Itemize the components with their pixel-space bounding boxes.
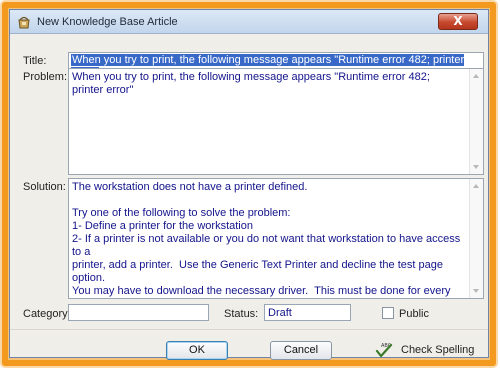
problem-textarea[interactable]: When you try to print, the following mes… bbox=[68, 68, 484, 175]
status-label: Status: bbox=[224, 308, 259, 320]
ok-button[interactable]: OK bbox=[166, 341, 228, 360]
button-bar: OK Cancel ABC Check Spelling bbox=[10, 329, 488, 360]
dialog-window: New Knowledge Base Article X Title: When… bbox=[9, 9, 489, 360]
public-checkbox[interactable] bbox=[382, 307, 394, 319]
title-input[interactable]: When you try to print, the following mes… bbox=[68, 52, 484, 79]
knowledge-base-icon bbox=[18, 16, 30, 29]
solution-textarea[interactable]: The workstation does not have a printer … bbox=[68, 178, 484, 299]
public-label: Public bbox=[399, 308, 429, 320]
ok-button-label: OK bbox=[189, 344, 205, 356]
problem-label: Problem: bbox=[23, 71, 68, 83]
close-button[interactable]: X bbox=[438, 13, 478, 30]
status-field[interactable]: Draft bbox=[264, 304, 351, 321]
solution-label: Solution: bbox=[23, 181, 66, 193]
category-label: Category: bbox=[23, 308, 71, 320]
scroll-up-icon[interactable] bbox=[473, 74, 479, 78]
solution-text: The workstation does not have a printer … bbox=[72, 181, 461, 297]
solution-scrollbar[interactable] bbox=[469, 179, 483, 298]
scroll-up-icon[interactable] bbox=[473, 184, 479, 188]
status-value: Draft bbox=[268, 307, 292, 319]
spell-check-icon: ABC bbox=[375, 343, 393, 358]
problem-scrollbar[interactable] bbox=[469, 69, 483, 174]
cancel-button-label: Cancel bbox=[283, 344, 319, 356]
check-spelling-label: Check Spelling bbox=[401, 344, 475, 356]
category-input[interactable] bbox=[68, 304, 209, 321]
close-icon: X bbox=[453, 14, 463, 28]
window-title: New Knowledge Base Article bbox=[37, 16, 178, 28]
problem-text: When you try to print, the following mes… bbox=[72, 71, 433, 96]
title-bar[interactable]: New Knowledge Base Article X bbox=[10, 10, 488, 34]
cancel-button[interactable]: Cancel bbox=[270, 341, 332, 360]
scroll-down-icon[interactable] bbox=[473, 289, 479, 293]
scroll-down-icon[interactable] bbox=[473, 165, 479, 169]
title-label: Title: bbox=[23, 55, 47, 67]
